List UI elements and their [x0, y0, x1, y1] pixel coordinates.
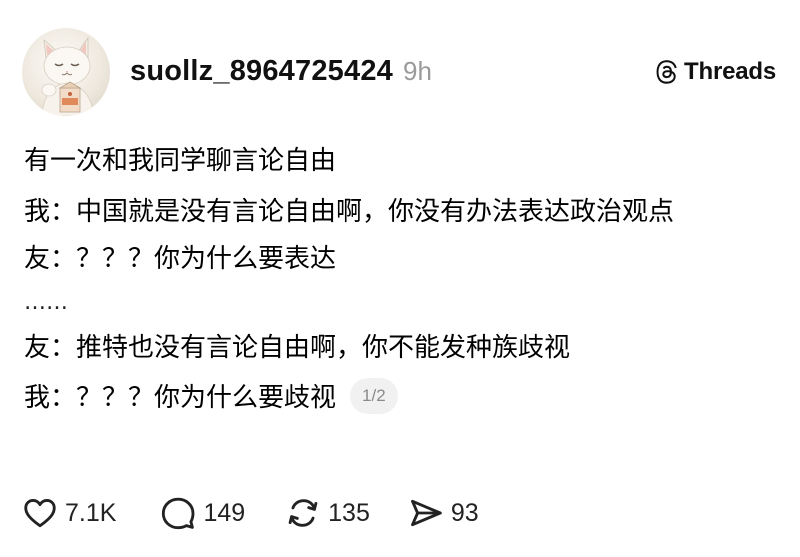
post-line-ellipsis: ……	[24, 290, 68, 315]
cat-avatar-image	[41, 36, 95, 116]
post-body: 有一次和我同学聊言论自由 我：中国就是没有言论自由啊，你没有办法表达政治观点 友…	[24, 140, 774, 419]
share-button[interactable]: 93	[408, 495, 479, 531]
heart-icon	[24, 498, 56, 528]
avatar[interactable]	[22, 28, 110, 116]
reply-count: 149	[203, 498, 246, 527]
post-time: 9h	[402, 56, 432, 86]
repost-arrows-icon	[288, 499, 318, 527]
post-header: suollz_8964725424 9h	[130, 55, 432, 91]
threads-brand-label: Threads	[684, 58, 776, 85]
reply-button[interactable]: 149	[160, 495, 245, 531]
username[interactable]: suollz_8964725424	[130, 55, 393, 88]
post-line-5: 友：推特也没有言论自由啊，你不能发种族歧视	[24, 333, 571, 363]
comment-bubble-icon	[162, 497, 195, 530]
threads-brand: Threads	[655, 58, 776, 86]
post-line-6-row: 我：？？？你为什么要歧视 1/2	[24, 377, 774, 419]
action-bar: 7.1K 149 135 93	[22, 493, 479, 533]
threads-logo-icon	[656, 60, 677, 84]
repost-count: 135	[328, 498, 370, 527]
send-icon	[410, 499, 442, 527]
post-line-1: 有一次和我同学聊言论自由	[24, 146, 337, 176]
post-line-3: 友：？？？你为什么要表达	[24, 244, 337, 274]
share-count: 93	[450, 498, 479, 527]
post-line-6: 我：？？？你为什么要歧视	[24, 383, 337, 413]
like-count: 7.1K	[65, 498, 117, 527]
post-line-2: 我：中国就是没有言论自由啊，你没有办法表达政治观点	[24, 197, 675, 227]
repost-button[interactable]: 135	[285, 495, 370, 531]
page-indicator[interactable]: 1/2	[350, 377, 398, 414]
like-button[interactable]: 7.1K	[22, 495, 116, 531]
